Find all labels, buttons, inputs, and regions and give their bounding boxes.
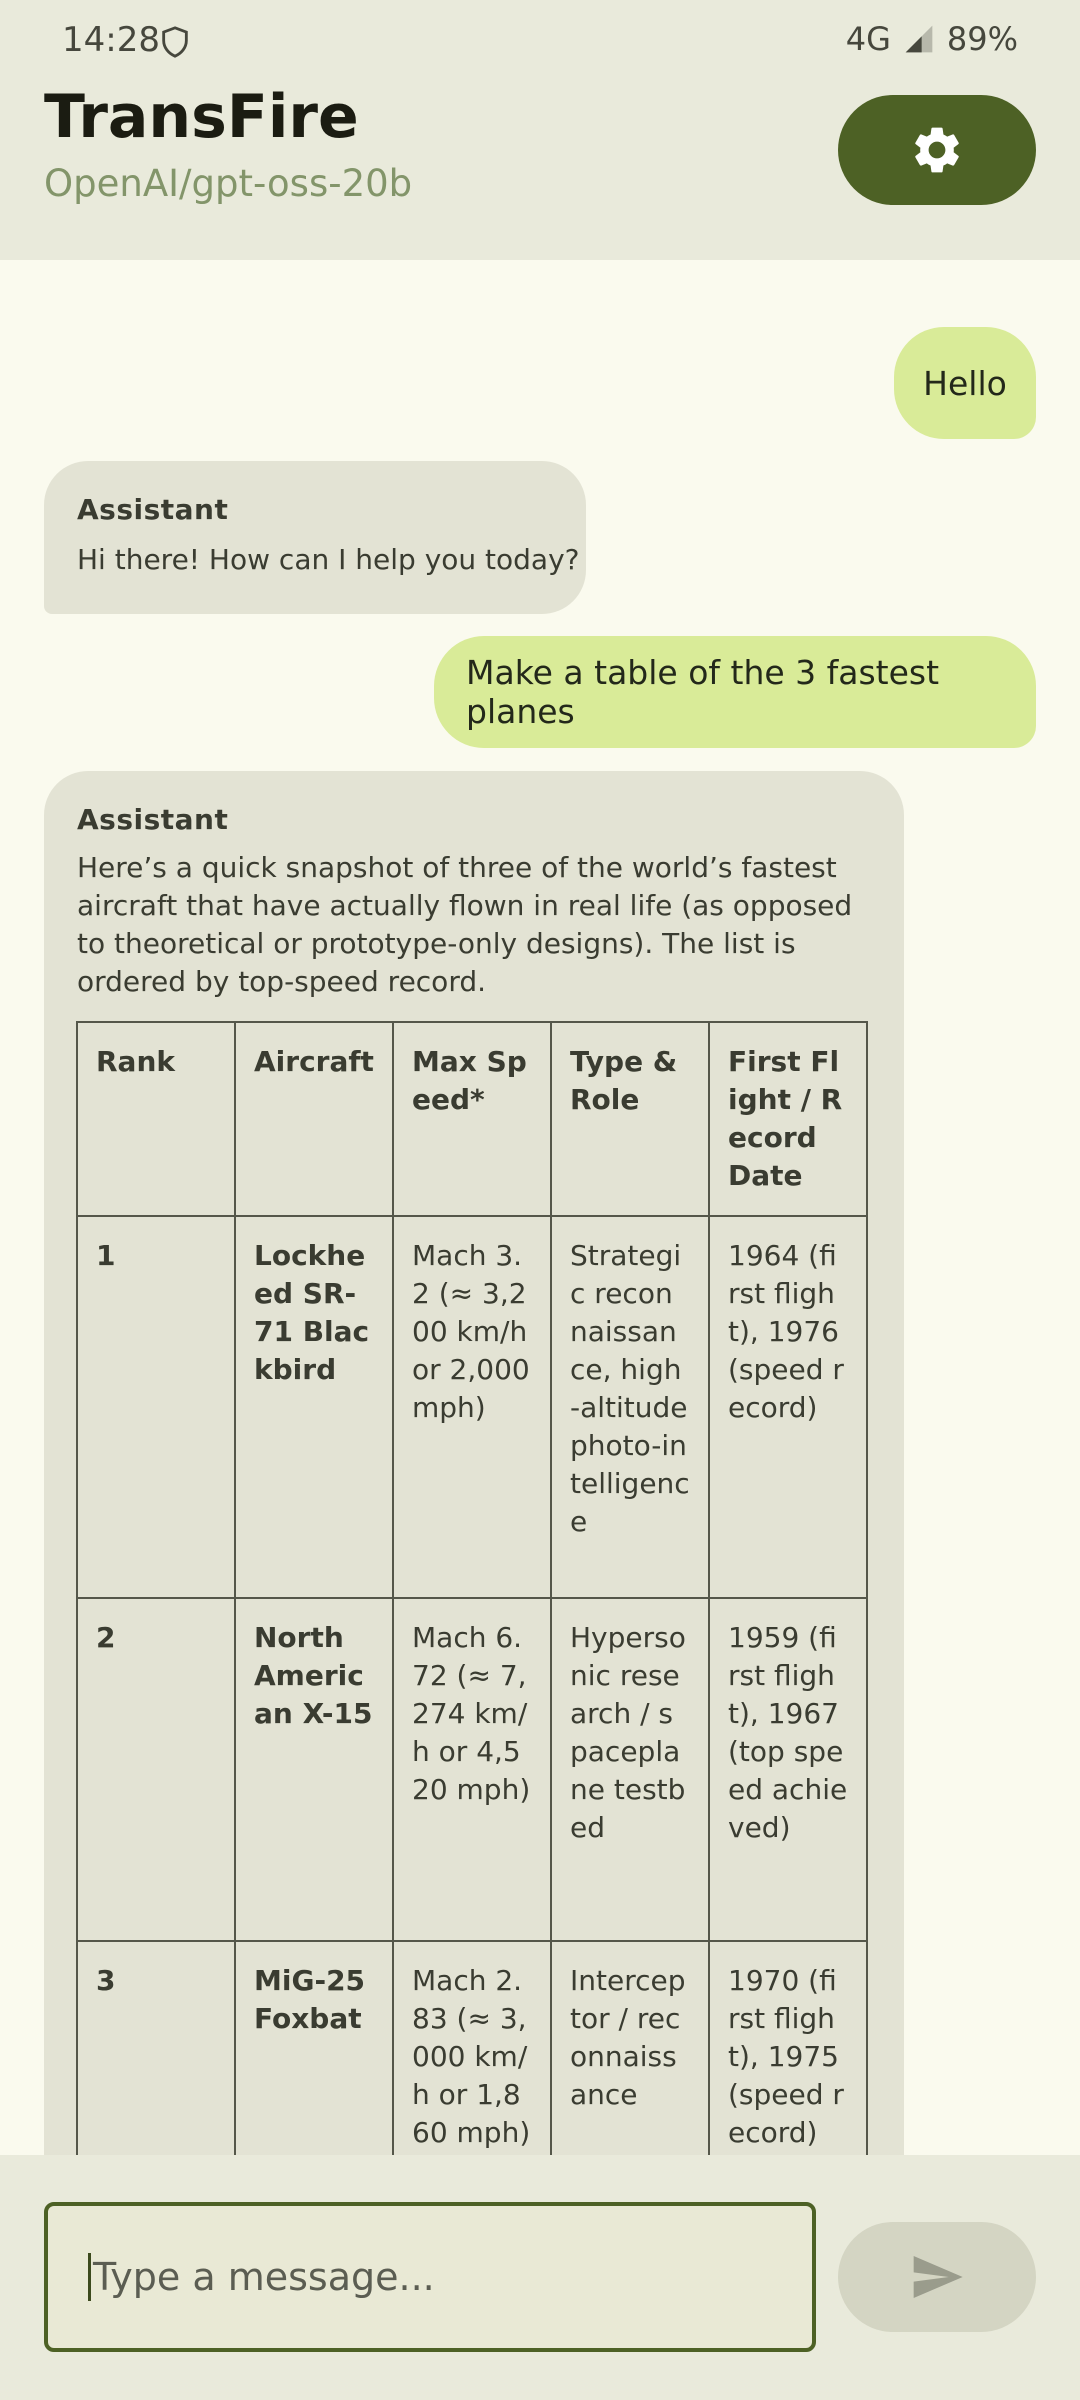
settings-button[interactable] <box>838 95 1036 205</box>
message-placeholder: Type a message... <box>93 2255 435 2299</box>
table-cell: 1964 (first flight), 1976 (speed record) <box>708 1215 868 1599</box>
status-time: 14:28 <box>62 20 160 60</box>
status-indicators: 4G 89% <box>846 20 1018 58</box>
gear-icon <box>915 127 959 173</box>
table-header-row: Rank Aircraft Max Speed* Type & Role Fir… <box>76 1021 868 1217</box>
table-cell: Mach 3.2 (≈ 3,200 km/h or 2,000 mph) <box>392 1215 552 1599</box>
table-cell: Mach 6.72 (≈ 7,274 km/h or 4,520 mph) <box>392 1597 552 1942</box>
message-author: Assistant <box>77 803 229 836</box>
table-header-cell: Type & Role <box>550 1021 710 1217</box>
table-cell: Interceptor / reconnaissance <box>550 1940 710 2155</box>
send-button[interactable] <box>838 2222 1036 2332</box>
app-header: 14:28 4G 89% TransFire OpenAI/gpt-oss-20… <box>0 0 1080 260</box>
table-cell: Lockheed SR-71 Blackbird <box>234 1215 394 1599</box>
message-text: Hi there! How can I help you today? <box>77 543 580 576</box>
table-row: 2 North American X-15 Mach 6.72 (≈ 7,274… <box>76 1597 868 1942</box>
planes-table: Rank Aircraft Max Speed* Type & Role Fir… <box>76 1021 868 2155</box>
message-text: Here’s a quick snapshot of three of the … <box>77 851 853 998</box>
table-cell: Hypersonic research / spaceplane testbed <box>550 1597 710 1942</box>
table-cell: 1970 (first flight), 1975 (speed record) <box>708 1940 868 2155</box>
table-header-cell: Max Speed* <box>392 1021 552 1217</box>
table-header-cell: Aircraft <box>234 1021 394 1217</box>
table-cell: North American X-15 <box>234 1597 394 1942</box>
assistant-message: Assistant Hi there! How can I help you t… <box>44 461 586 614</box>
battery-label: 89% <box>946 20 1018 58</box>
message-input[interactable]: Type a message... <box>44 2202 816 2352</box>
table-row: 3 MiG-25 Foxbat Mach 2.83 (≈ 3,000 km/h … <box>76 1940 868 2155</box>
app-title: TransFire <box>44 82 359 152</box>
table-cell: Strategic reconnaissance, high-altitude … <box>550 1215 710 1599</box>
model-name[interactable]: OpenAI/gpt-oss-20b <box>44 162 412 205</box>
table-cell: 1959 (first flight), 1967 (top speed ach… <box>708 1597 868 1942</box>
message-text: Make a table of the 3 fastest planes <box>466 653 940 731</box>
assistant-message: Assistant Here’s a quick snapshot of thr… <box>44 771 904 2155</box>
network-label: 4G <box>845 20 891 58</box>
user-message: Make a table of the 3 fastest planes <box>434 636 1036 748</box>
table-cell: 1 <box>76 1215 236 1599</box>
table-row: 1 Lockheed SR-71 Blackbird Mach 3.2 (≈ 3… <box>76 1215 868 1599</box>
chat-list[interactable]: Hello Assistant Hi there! How can I help… <box>0 260 1080 2155</box>
table-cell: 2 <box>76 1597 236 1942</box>
table-cell: Mach 2.83 (≈ 3,000 km/h or 1,860 mph) <box>392 1940 552 2155</box>
table-cell: MiG-25 Foxbat <box>234 1940 394 2155</box>
text-caret <box>88 2253 91 2301</box>
message-text: Hello <box>923 363 1007 403</box>
table-header-cell: First Flight / Record Date <box>708 1021 868 1217</box>
send-icon <box>913 2256 963 2298</box>
composer-bar: Type a message... <box>0 2155 1080 2400</box>
signal-icon <box>905 25 933 53</box>
table-header-cell: Rank <box>76 1021 236 1217</box>
message-author: Assistant <box>77 493 229 526</box>
shield-icon <box>162 26 188 58</box>
user-message: Hello <box>894 327 1036 439</box>
table-cell: 3 <box>76 1940 236 2155</box>
